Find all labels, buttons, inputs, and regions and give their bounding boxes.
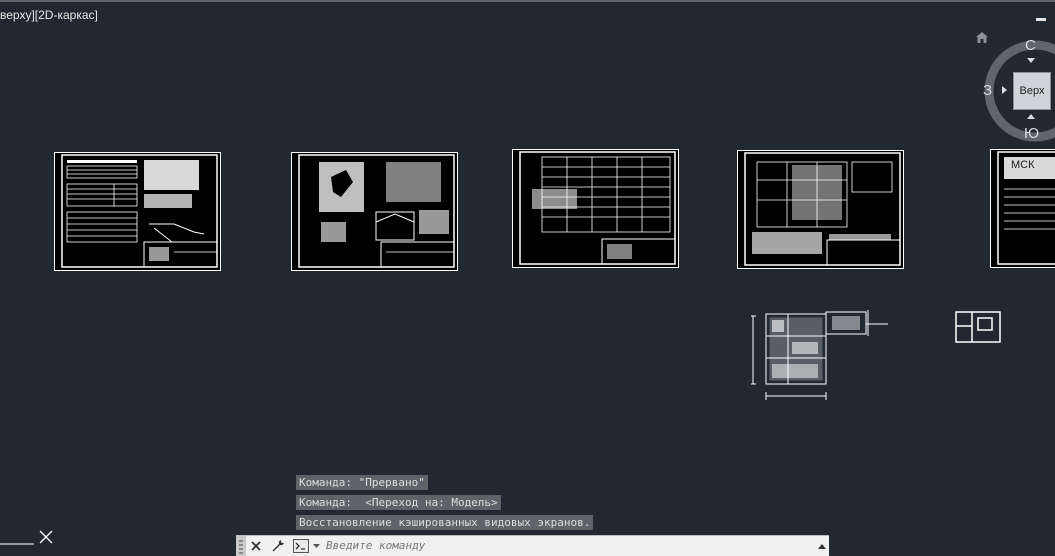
history-arrow-icon[interactable]	[816, 536, 828, 556]
drawing-sheet-4[interactable]	[737, 150, 904, 269]
drawing-sheet-3[interactable]	[512, 149, 679, 268]
command-history-line: Восстановление кэшированных видовых экра…	[296, 515, 593, 530]
command-input[interactable]	[326, 537, 806, 553]
command-prompt-icon[interactable]	[292, 536, 310, 556]
close-icon[interactable]	[248, 536, 264, 556]
minimize-viewport-button[interactable]	[1036, 18, 1046, 21]
model-floor-plan-small[interactable]	[954, 310, 1002, 344]
drawing-sheet-1[interactable]	[54, 152, 221, 271]
command-history-line: Команда: <Переход на: Модель>	[296, 495, 501, 510]
ucs-icon	[0, 527, 56, 547]
model-floor-plan-large[interactable]	[748, 306, 893, 401]
viewcube-west-label[interactable]: З	[983, 82, 992, 99]
command-history-line: Команда: "Прервано"	[296, 475, 428, 490]
sheet-5-label: МСК	[1011, 159, 1035, 171]
viewport-label[interactable]: верху][2D-каркас]	[0, 8, 98, 22]
viewcube-top-face[interactable]: Верх	[1013, 72, 1051, 110]
viewport-top-border	[0, 0, 1055, 2]
drawing-sheet-2[interactable]	[291, 152, 458, 271]
viewcube-north-label[interactable]: С	[1025, 37, 1036, 54]
dropdown-arrow-icon[interactable]	[311, 536, 321, 556]
viewcube-south-label[interactable]: Ю	[1024, 125, 1039, 142]
wrench-icon[interactable]	[268, 536, 288, 556]
drag-grip-handle[interactable]	[236, 536, 246, 556]
